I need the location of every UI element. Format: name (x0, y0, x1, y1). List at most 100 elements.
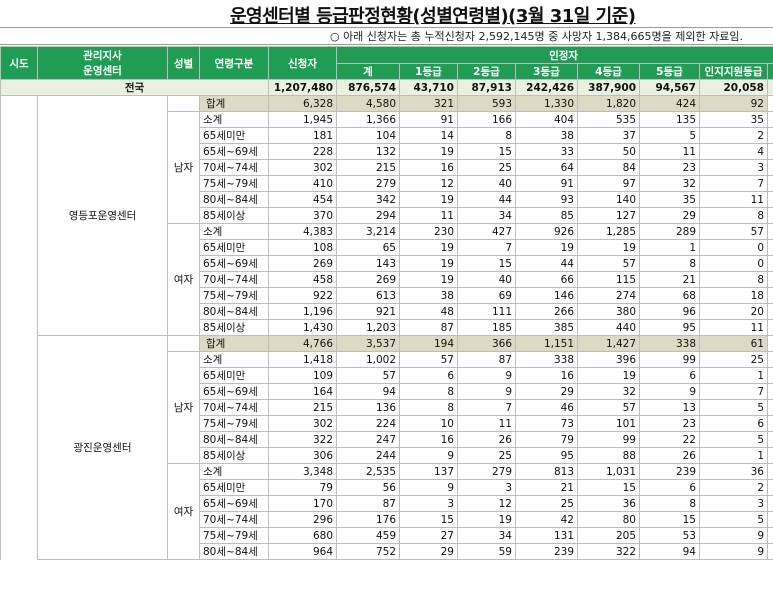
value-cell: 57 (336, 367, 400, 384)
value-cell: 9 (639, 383, 700, 400)
extra-cell (766, 239, 773, 256)
extra-cell (766, 255, 773, 272)
value-cell: 53 (639, 527, 700, 544)
value-cell: 11 (639, 143, 700, 160)
value-cell: 6 (699, 415, 768, 432)
value-cell: 44 (457, 191, 516, 208)
value-cell: 33 (515, 143, 578, 160)
data-table: 시도 관리지사 운영센터 성별 연령구분 신청자 인정자 계 1등급 2등급 3등급 4등급 5등급 인지… (0, 46, 773, 560)
center-name: 영등포운영센터 (37, 95, 168, 336)
age-label: 70세~74세 (199, 511, 269, 528)
extra-cell (766, 479, 773, 496)
extra-cell (766, 335, 773, 352)
note-label: ○ 아래 신청자는 총 누적신청자 2,592,145명 중 사망자 1,384… (329, 30, 743, 43)
total-value: 194 (399, 335, 458, 352)
value-cell: 25 (699, 351, 768, 368)
age-label: 65세~69세 (199, 255, 269, 272)
header-sub-1: 1등급 (399, 63, 458, 80)
total-value: 593 (457, 95, 516, 112)
national-total-label: 전국 (0, 79, 269, 96)
extra-cell (766, 431, 773, 448)
value-cell: 50 (577, 143, 640, 160)
value-cell: 29 (399, 543, 458, 560)
extra-cell (766, 383, 773, 400)
total-value: 61 (699, 335, 768, 352)
value-cell: 164 (268, 383, 337, 400)
age-label: 65세~69세 (199, 143, 269, 160)
value-cell: 85 (515, 207, 578, 224)
value-cell: 68 (639, 287, 700, 304)
value-cell: 57 (699, 223, 768, 240)
value-cell: 37 (577, 127, 640, 144)
value-cell: 6 (639, 367, 700, 384)
header-applicants: 신청자 (268, 46, 337, 80)
value-cell: 14 (399, 127, 458, 144)
value-cell: 8 (699, 207, 768, 224)
value-cell: 244 (336, 447, 400, 464)
value-cell: 181 (268, 127, 337, 144)
value-cell: 23 (639, 415, 700, 432)
value-cell: 230 (399, 223, 458, 240)
total-value: 1,820 (577, 95, 640, 112)
value-cell: 613 (336, 287, 400, 304)
value-cell: 73 (515, 415, 578, 432)
value-cell: 12 (457, 495, 516, 512)
value-cell: 32 (639, 175, 700, 192)
value-cell: 9 (399, 479, 458, 496)
extra-cell (766, 495, 773, 512)
value-cell: 9 (457, 383, 516, 400)
age-label: 소계 (199, 351, 269, 368)
value-cell: 7 (699, 383, 768, 400)
value-cell: 279 (457, 463, 516, 480)
national-total-value: 242,426 (515, 79, 578, 96)
value-cell: 1 (639, 239, 700, 256)
value-cell: 1 (699, 367, 768, 384)
value-cell: 215 (268, 399, 337, 416)
extra-cell (766, 447, 773, 464)
value-cell: 7 (457, 399, 516, 416)
value-cell: 35 (699, 111, 768, 128)
header-sub-0: 계 (336, 63, 400, 80)
value-cell: 15 (639, 511, 700, 528)
value-cell: 99 (639, 351, 700, 368)
value-cell: 1,196 (268, 303, 337, 320)
value-cell: 26 (639, 447, 700, 464)
total-label: 합계 (199, 335, 269, 352)
extra-cell (766, 303, 773, 320)
value-cell: 56 (336, 479, 400, 496)
value-cell: 440 (577, 319, 640, 336)
value-cell: 10 (399, 415, 458, 432)
value-cell: 66 (515, 271, 578, 288)
extra-cell (766, 287, 773, 304)
header-center-line2: 운영센터 (83, 65, 122, 77)
value-cell: 7 (699, 175, 768, 192)
total-value: 1,151 (515, 335, 578, 352)
value-cell: 57 (399, 351, 458, 368)
value-cell: 279 (336, 175, 400, 192)
value-cell: 34 (457, 207, 516, 224)
value-cell: 322 (577, 543, 640, 560)
extra-cell (766, 143, 773, 160)
gender-cell-blank (167, 95, 200, 112)
age-label: 소계 (199, 111, 269, 128)
header-sub-5: 5등급 (639, 63, 700, 80)
value-cell: 57 (577, 255, 640, 272)
header-sido: 시도 (0, 46, 38, 80)
value-cell: 1,031 (577, 463, 640, 480)
header-center-line1: 관리지사 (83, 50, 122, 62)
value-cell: 131 (515, 527, 578, 544)
value-cell: 44 (515, 255, 578, 272)
value-cell: 1,430 (268, 319, 337, 336)
value-cell: 322 (268, 431, 337, 448)
page-title: 운영센터별 등급판정현황(성별연령별)(3월 31일 기준) (230, 6, 636, 27)
total-value: 3,537 (336, 335, 400, 352)
national-total-value: 20,058 (699, 79, 768, 96)
value-cell: 166 (457, 111, 516, 128)
value-cell: 6 (639, 479, 700, 496)
value-cell: 127 (577, 207, 640, 224)
age-label: 소계 (199, 223, 269, 240)
national-total-value: 43,710 (399, 79, 458, 96)
value-cell: 87 (399, 319, 458, 336)
total-value: 6,328 (268, 95, 337, 112)
value-cell: 96 (639, 303, 700, 320)
